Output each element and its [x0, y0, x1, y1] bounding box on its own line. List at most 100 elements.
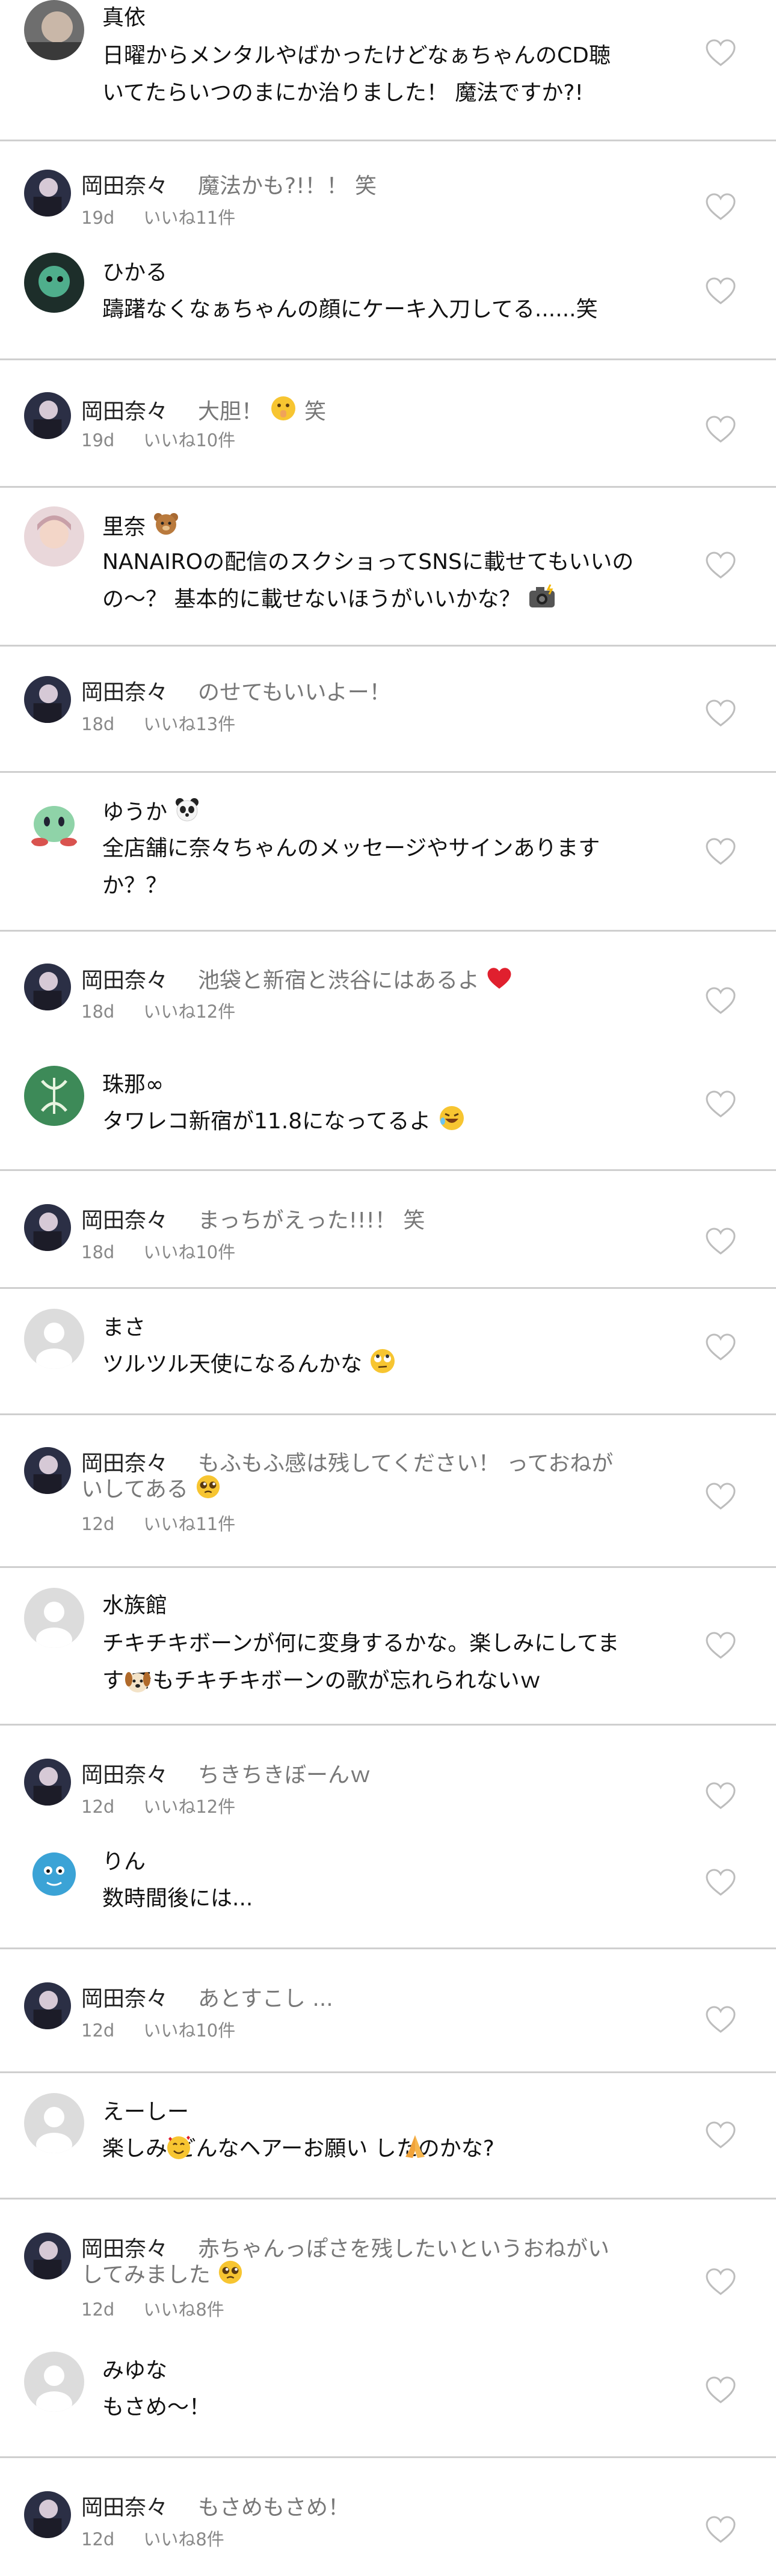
comment-author[interactable]: まさ — [102, 1314, 146, 1342]
heart-outline-icon[interactable] — [705, 1090, 736, 1119]
heart-outline-icon[interactable] — [705, 1227, 736, 1256]
heart-outline-icon[interactable] — [705, 2376, 736, 2405]
reply-author[interactable]: 岡田奈々 — [81, 968, 168, 993]
heart-outline-icon[interactable] — [705, 192, 736, 221]
reply-author[interactable]: 岡田奈々 — [81, 1208, 168, 1233]
heart-outline-icon[interactable] — [705, 2515, 736, 2544]
comment-line: もさめ〜！ — [102, 2395, 211, 2420]
comment-text: 日曜からメンタルやばかったけどなぁちゃんのCD聴 いてたらいつのまにか治りました… — [102, 37, 680, 112]
avatar[interactable] — [24, 1843, 84, 1903]
like-count[interactable]: いいね13件 — [143, 714, 235, 734]
comment-author[interactable]: りん — [102, 1848, 146, 1877]
comment-author[interactable]: えーしー — [102, 2098, 189, 2127]
reply-author[interactable]: 岡田奈々 — [81, 174, 168, 198]
eye-roll-face-icon — [371, 1349, 395, 1373]
divider — [0, 1413, 776, 1415]
avatar[interactable] — [24, 1066, 84, 1126]
comment-line: チキチキボーンが何に変身するかな。楽しみにしてま — [102, 1631, 620, 1656]
comment-author[interactable]: 珠那∞ — [102, 1071, 164, 1099]
reply-age: 12d — [81, 2529, 115, 2550]
divider — [0, 2198, 776, 2199]
heart-outline-icon[interactable] — [705, 277, 736, 306]
heart-outline-icon[interactable] — [705, 551, 736, 580]
heart-outline-icon[interactable] — [705, 2267, 736, 2296]
avatar[interactable] — [24, 392, 71, 439]
reply-text-suffix: 笑 — [304, 399, 326, 424]
avatar[interactable] — [24, 253, 84, 313]
person-silhouette-icon — [24, 2093, 84, 2153]
avatar[interactable] — [24, 1759, 71, 1806]
avatar[interactable] — [24, 1588, 84, 1648]
comment-text: チキチキボーンが何に変身するかな。楽しみにしてま す でもチキチキボーンの歌が忘… — [102, 1625, 680, 1700]
heart-outline-icon[interactable] — [705, 699, 736, 728]
comment-author[interactable]: みゆな — [102, 2356, 167, 2385]
reply-age: 18d — [81, 1001, 115, 1022]
heart-outline-icon[interactable] — [705, 1631, 736, 1660]
heart-outline-icon[interactable] — [705, 1781, 736, 1810]
like-count[interactable]: いいね12件 — [143, 1797, 235, 1817]
red-heart-icon — [488, 968, 511, 989]
like-count[interactable]: いいね11件 — [143, 1514, 235, 1534]
smiling-face-with-hearts-icon — [167, 2136, 190, 2159]
panda-face-icon — [176, 798, 199, 822]
reply-author[interactable]: 岡田奈々 — [81, 1987, 168, 2011]
heart-outline-icon[interactable] — [705, 1482, 736, 1511]
avatar[interactable] — [24, 2093, 84, 2153]
comment-author[interactable]: ゆうか — [102, 800, 167, 825]
comment-author[interactable]: ひかる — [102, 259, 167, 287]
like-count[interactable]: いいね8件 — [143, 2299, 224, 2320]
reply-text: まっちがえった!!!！ 笑 — [198, 1208, 425, 1233]
person-silhouette-icon — [24, 1588, 84, 1648]
like-count[interactable]: いいね12件 — [143, 1001, 235, 1022]
like-count[interactable]: いいね10件 — [143, 430, 235, 450]
heart-outline-icon[interactable] — [705, 986, 736, 1015]
like-count[interactable]: いいね11件 — [143, 207, 235, 228]
avatar[interactable] — [24, 2233, 71, 2279]
like-count[interactable]: いいね10件 — [143, 1242, 235, 1262]
avatar[interactable] — [24, 1309, 84, 1369]
reply-text-line: いしてある — [81, 1477, 188, 1502]
avatar[interactable] — [24, 793, 84, 853]
like-count[interactable]: いいね8件 — [143, 2529, 224, 2550]
reply-text: 魔法かも?!！！ 笑 — [198, 174, 377, 198]
comment-line-text: タワレコ新宿が11.8になってるよ — [102, 1109, 431, 1134]
comment-author-row: ゆうか — [102, 796, 200, 827]
divider — [0, 486, 776, 488]
pleading-face-icon — [197, 1475, 220, 1499]
reply-author[interactable]: 岡田奈々 — [81, 2495, 168, 2520]
comment-author[interactable]: 真依 — [102, 4, 146, 32]
divider — [0, 1947, 776, 1949]
heart-outline-icon[interactable] — [705, 1868, 736, 1897]
avatar[interactable] — [24, 964, 71, 1010]
divider — [0, 1169, 776, 1171]
comment-line: 数時間後には... — [102, 1886, 253, 1911]
heart-outline-icon[interactable] — [705, 415, 736, 444]
heart-outline-icon[interactable] — [705, 38, 736, 67]
comment-line: 日曜からメンタルやばかったけどなぁちゃんのCD聴 — [102, 43, 611, 68]
reply-author[interactable]: 岡田奈々 — [81, 680, 168, 705]
heart-outline-icon[interactable] — [705, 1333, 736, 1362]
avatar[interactable] — [24, 1204, 71, 1251]
avatar[interactable] — [24, 1447, 71, 1494]
reply-author[interactable]: 岡田奈々 — [81, 399, 168, 424]
avatar[interactable] — [24, 1982, 71, 2029]
like-count[interactable]: いいね10件 — [143, 2020, 235, 2041]
reply-age: 18d — [81, 1242, 115, 1262]
comment-author[interactable]: 里奈 — [102, 515, 146, 539]
comment-line: 躊躇なくなぁちゃんの顔にケーキ入刀してる......笑 — [102, 297, 598, 322]
avatar[interactable] — [24, 0, 84, 60]
heart-outline-icon[interactable] — [705, 837, 736, 866]
reply-author[interactable]: 岡田奈々 — [81, 1763, 168, 1788]
avatar[interactable] — [24, 676, 71, 723]
comment-line: す でもチキチキボーンの歌が忘れられないｗ — [102, 1662, 680, 1700]
comment-author[interactable]: 水族館 — [102, 1591, 167, 1620]
heart-outline-icon[interactable] — [705, 2121, 736, 2150]
avatar[interactable] — [24, 2491, 71, 2538]
avatar[interactable] — [24, 2352, 84, 2412]
reply-age: 12d — [81, 1797, 115, 1817]
avatar[interactable] — [24, 506, 84, 567]
heart-outline-icon[interactable] — [705, 2005, 736, 2034]
reply-text: 池袋と新宿と渋谷にはあるよ — [198, 968, 480, 993]
folded-hands-icon — [405, 2135, 425, 2158]
avatar[interactable] — [24, 170, 71, 217]
